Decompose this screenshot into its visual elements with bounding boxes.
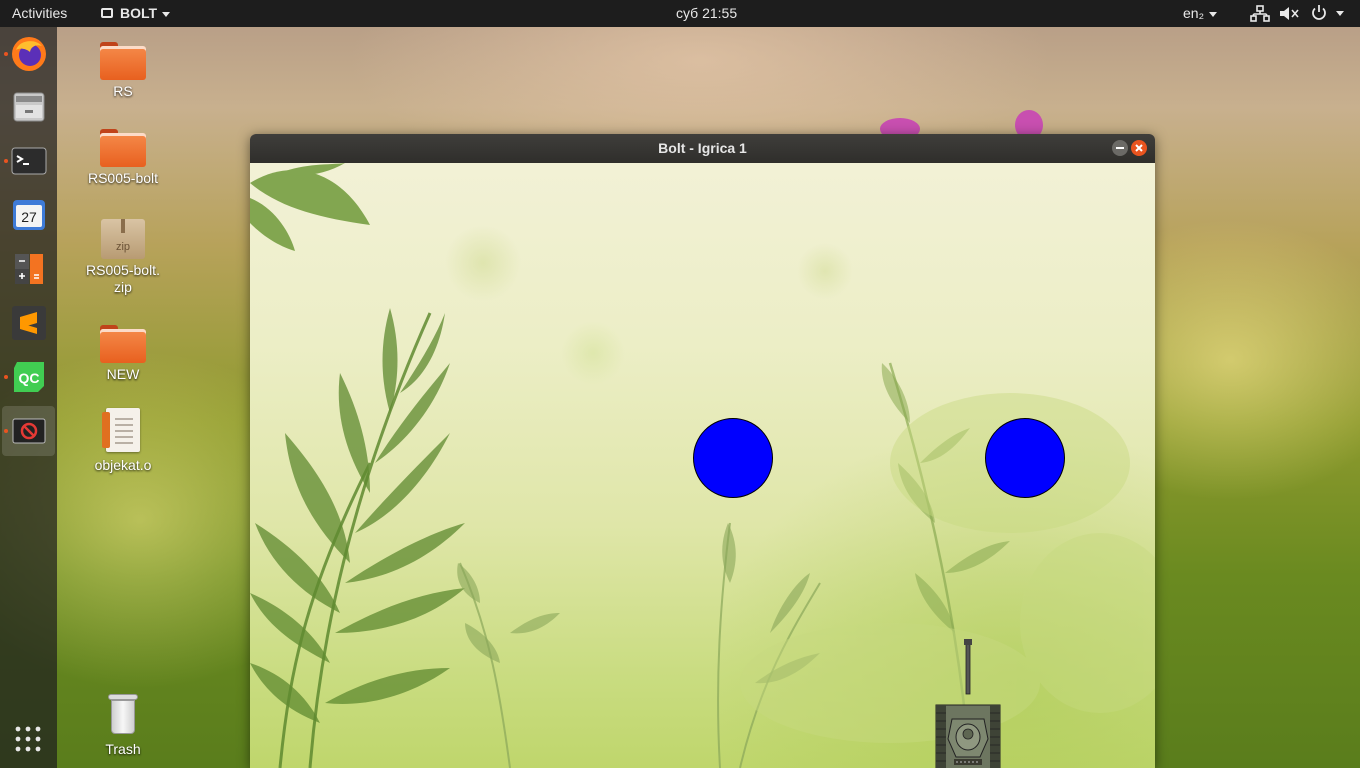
dock-item-firefox[interactable] <box>2 29 55 79</box>
firefox-icon <box>12 37 46 71</box>
dock-item-terminal[interactable] <box>2 136 55 186</box>
clock[interactable]: суб 21:55 <box>676 0 737 27</box>
app-menu-label: BOLT <box>120 5 158 21</box>
qt-creator-icon: QC <box>14 362 44 392</box>
chevron-down-icon <box>1336 11 1344 16</box>
desktop-file-objekat-o[interactable]: objekat.o <box>73 408 173 473</box>
game-ball <box>985 418 1065 498</box>
running-indicator <box>4 159 8 163</box>
folder-icon <box>100 42 146 80</box>
running-indicator <box>4 375 8 379</box>
minimize-icon <box>1116 147 1124 149</box>
desktop-folder-rs005-bolt[interactable]: RS005-bolt <box>73 129 173 186</box>
language-indicator[interactable]: en₂ <box>1183 0 1218 27</box>
desktop-folder-new[interactable]: NEW <box>73 325 173 382</box>
desktop-icon-label: Trash <box>105 741 141 757</box>
app-grid-icon <box>15 726 41 752</box>
sublime-text-icon <box>12 306 46 340</box>
app-window-icon <box>101 8 113 19</box>
dock-item-calendar[interactable]: 27 <box>2 190 55 240</box>
dock-item-sublime-text[interactable] <box>2 298 55 348</box>
object-file-icon <box>102 408 140 452</box>
calendar-icon: 27 <box>13 200 45 230</box>
desktop-icon-label: RS <box>113 83 133 99</box>
chevron-down-icon <box>1209 11 1218 17</box>
running-indicator <box>4 52 8 56</box>
chevron-down-icon <box>162 11 171 17</box>
zip-badge: zip <box>115 241 131 253</box>
top-bar: Activities BOLT суб 21:55 en₂ <box>0 0 1360 27</box>
power-icon <box>1312 5 1326 20</box>
network-icon <box>1256 5 1264 12</box>
dock: 27 QC <box>0 27 57 768</box>
folder-icon <box>100 129 146 167</box>
language-label: en₂ <box>1183 5 1205 21</box>
player-tank <box>935 639 1001 768</box>
missing-image-icon <box>12 418 46 444</box>
dock-item-qt-creator[interactable]: QC <box>2 352 55 402</box>
desktop-icon-label: RS005-bolt <box>87 170 159 186</box>
desktop-icon-label: NEW <box>106 366 140 382</box>
trash-icon <box>108 694 138 734</box>
zip-archive-icon: zip <box>101 219 145 259</box>
show-applications-button[interactable] <box>14 725 42 753</box>
calendar-day: 27 <box>21 209 37 225</box>
qt-creator-label: QC <box>19 370 40 386</box>
desktop-icon-label: RS005-bolt. zip <box>86 262 160 295</box>
system-status-icons <box>1250 5 1344 22</box>
volume-muted-icon <box>1280 7 1299 20</box>
window-title: Bolt - Igrica 1 <box>658 140 747 156</box>
running-indicator <box>4 429 8 433</box>
dock-item-calculator[interactable] <box>2 244 55 294</box>
close-button[interactable] <box>1131 140 1147 156</box>
bolt-window: Bolt - Igrica 1 <box>250 134 1155 768</box>
system-tray[interactable] <box>1250 0 1360 27</box>
folder-icon <box>100 325 146 363</box>
minimize-button[interactable] <box>1112 140 1128 156</box>
game-ball <box>693 418 773 498</box>
desktop-icon-label: objekat.o <box>94 457 152 473</box>
window-titlebar[interactable]: Bolt - Igrica 1 <box>250 134 1155 163</box>
desktop-trash[interactable]: Trash <box>73 694 173 757</box>
desktop-folder-rs[interactable]: RS <box>73 42 173 99</box>
file-cabinet-icon <box>13 92 45 122</box>
calculator-icon <box>15 254 43 284</box>
game-canvas[interactable] <box>250 163 1155 768</box>
activities-button[interactable]: Activities <box>12 0 67 27</box>
close-icon <box>1135 144 1143 152</box>
terminal-icon <box>11 147 47 175</box>
desktop-zip-rs005-bolt[interactable]: zip RS005-bolt. zip <box>73 219 173 296</box>
dock-item-files[interactable] <box>2 82 55 132</box>
app-menu[interactable]: BOLT <box>101 0 171 27</box>
dock-item-bolt-game[interactable] <box>2 406 55 456</box>
